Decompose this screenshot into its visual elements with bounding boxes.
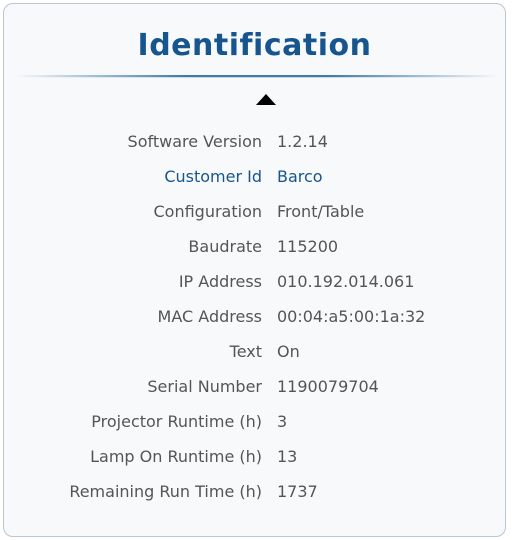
info-row-baudrate: Baudrate 115200 [4,229,505,264]
info-value: 1190079704 [277,377,379,396]
info-label: Text [229,342,262,361]
info-label: MAC Address [157,307,262,326]
info-row-remaining-run-time: Remaining Run Time (h) 1737 [4,474,505,509]
info-label: Projector Runtime (h) [91,412,262,431]
info-value: 1.2.14 [277,132,328,151]
info-row-lamp-on-runtime: Lamp On Runtime (h) 13 [4,439,505,474]
info-value[interactable]: Barco [277,159,323,194]
info-label: Configuration [153,202,262,221]
info-label[interactable]: Customer Id [164,159,262,194]
info-value: 115200 [277,237,339,256]
info-row-customer-id[interactable]: Customer Id Barco [4,159,505,194]
info-label: IP Address [178,272,262,291]
info-value: 13 [277,447,298,466]
info-value: Front/Table [277,202,365,221]
page-title: Identification [137,28,372,63]
info-value: 010.192.014.061 [277,272,415,291]
info-row-text: Text On [4,334,505,369]
info-label: Baudrate [188,237,262,256]
triangle-up-icon[interactable] [256,94,276,105]
title-divider-shadow [16,77,498,78]
info-list: Software Version 1.2.14 Customer Id Barc… [4,124,505,509]
info-label: Software Version [127,132,262,151]
info-row-ip-address: IP Address 010.192.014.061 [4,264,505,299]
info-value: 3 [277,412,288,431]
info-label: Lamp On Runtime (h) [90,447,262,466]
info-label: Serial Number [147,377,262,396]
info-row-configuration: Configuration Front/Table [4,194,505,229]
info-value: On [277,342,300,361]
info-row-serial-number: Serial Number 1190079704 [4,369,505,404]
info-row-mac-address: MAC Address 00:04:a5:00:1a:32 [4,299,505,334]
info-value: 1737 [277,482,318,501]
info-row-software-version: Software Version 1.2.14 [4,124,505,159]
info-row-projector-runtime: Projector Runtime (h) 3 [4,404,505,439]
info-value: 00:04:a5:00:1a:32 [277,307,426,326]
info-label: Remaining Run Time (h) [69,482,262,501]
identification-panel: Identification Software Version 1.2.14 C… [3,3,506,537]
